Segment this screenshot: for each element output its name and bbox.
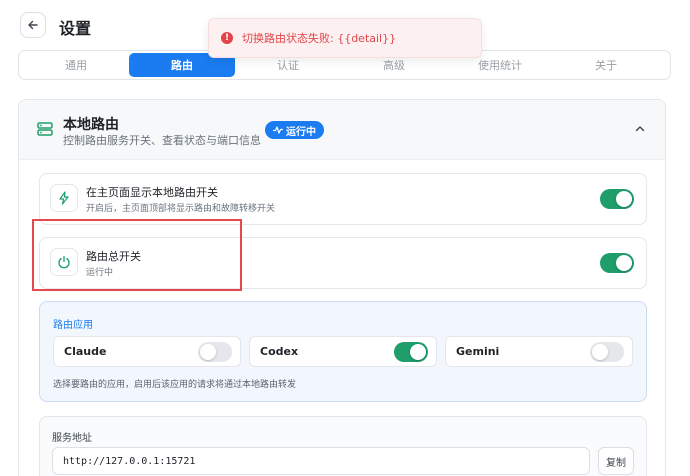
error-icon: ! <box>221 32 233 44</box>
server-icon <box>37 122 53 136</box>
routing-master-toggle[interactable] <box>600 253 634 273</box>
service-address-panel: 服务地址 http://127.0.0.1:15721 复制 <box>39 416 647 476</box>
error-toast: ! 切换路由状态失败: {{detail}} <box>208 18 482 58</box>
section-header[interactable]: 本地路由 控制路由服务开关、查看状态与端口信息 运行中 <box>19 100 665 160</box>
bolt-icon <box>59 191 69 205</box>
codex-toggle[interactable] <box>394 342 428 362</box>
show-routing-toggle[interactable] <box>600 189 634 209</box>
claude-toggle[interactable] <box>198 342 232 362</box>
chevron-up-icon[interactable] <box>635 124 645 134</box>
back-button[interactable] <box>20 12 46 38</box>
activity-icon <box>273 126 283 134</box>
status-badge: 运行中 <box>265 121 324 139</box>
row-title: 在主页面显示本地路由开关 <box>86 186 218 199</box>
app-item-codex: Codex <box>249 336 437 367</box>
highlight-box <box>32 219 242 291</box>
section-subtitle: 控制路由服务开关、查看状态与端口信息 <box>63 134 261 147</box>
app-item-claude: Claude <box>53 336 241 367</box>
gemini-toggle[interactable] <box>590 342 624 362</box>
service-address-field[interactable]: http://127.0.0.1:15721 <box>52 447 590 475</box>
app-name: Gemini <box>456 345 500 358</box>
routing-apps-panel: 路由应用 Claude Codex Gemini 选择要路由的应用，启用后该应用… <box>39 301 647 402</box>
app-item-gemini: Gemini <box>445 336 633 367</box>
copy-button[interactable]: 复制 <box>598 447 634 475</box>
address-label: 服务地址 <box>52 433 92 444</box>
row-subtitle: 开启后，主页面顶部将显示路由和故障转移开关 <box>86 204 276 214</box>
apps-label: 路由应用 <box>53 320 93 331</box>
show-routing-toggle-row: 在主页面显示本地路由开关 开启后，主页面顶部将显示路由和故障转移开关 <box>39 173 647 225</box>
apps-hint: 选择要路由的应用，启用后该应用的请求将通过本地路由转发 <box>53 380 297 390</box>
tab-about[interactable]: 关于 <box>553 53 659 77</box>
tab-general[interactable]: 通用 <box>23 53 129 77</box>
section-title: 本地路由 <box>63 117 119 133</box>
row-icon-box <box>50 184 78 212</box>
arrow-left-icon <box>28 20 38 30</box>
page-title: 设置 <box>59 19 92 38</box>
app-name: Codex <box>260 345 299 358</box>
toast-message: 切换路由状态失败: {{detail}} <box>242 32 397 45</box>
status-badge-label: 运行中 <box>286 126 316 138</box>
app-name: Claude <box>64 345 107 358</box>
